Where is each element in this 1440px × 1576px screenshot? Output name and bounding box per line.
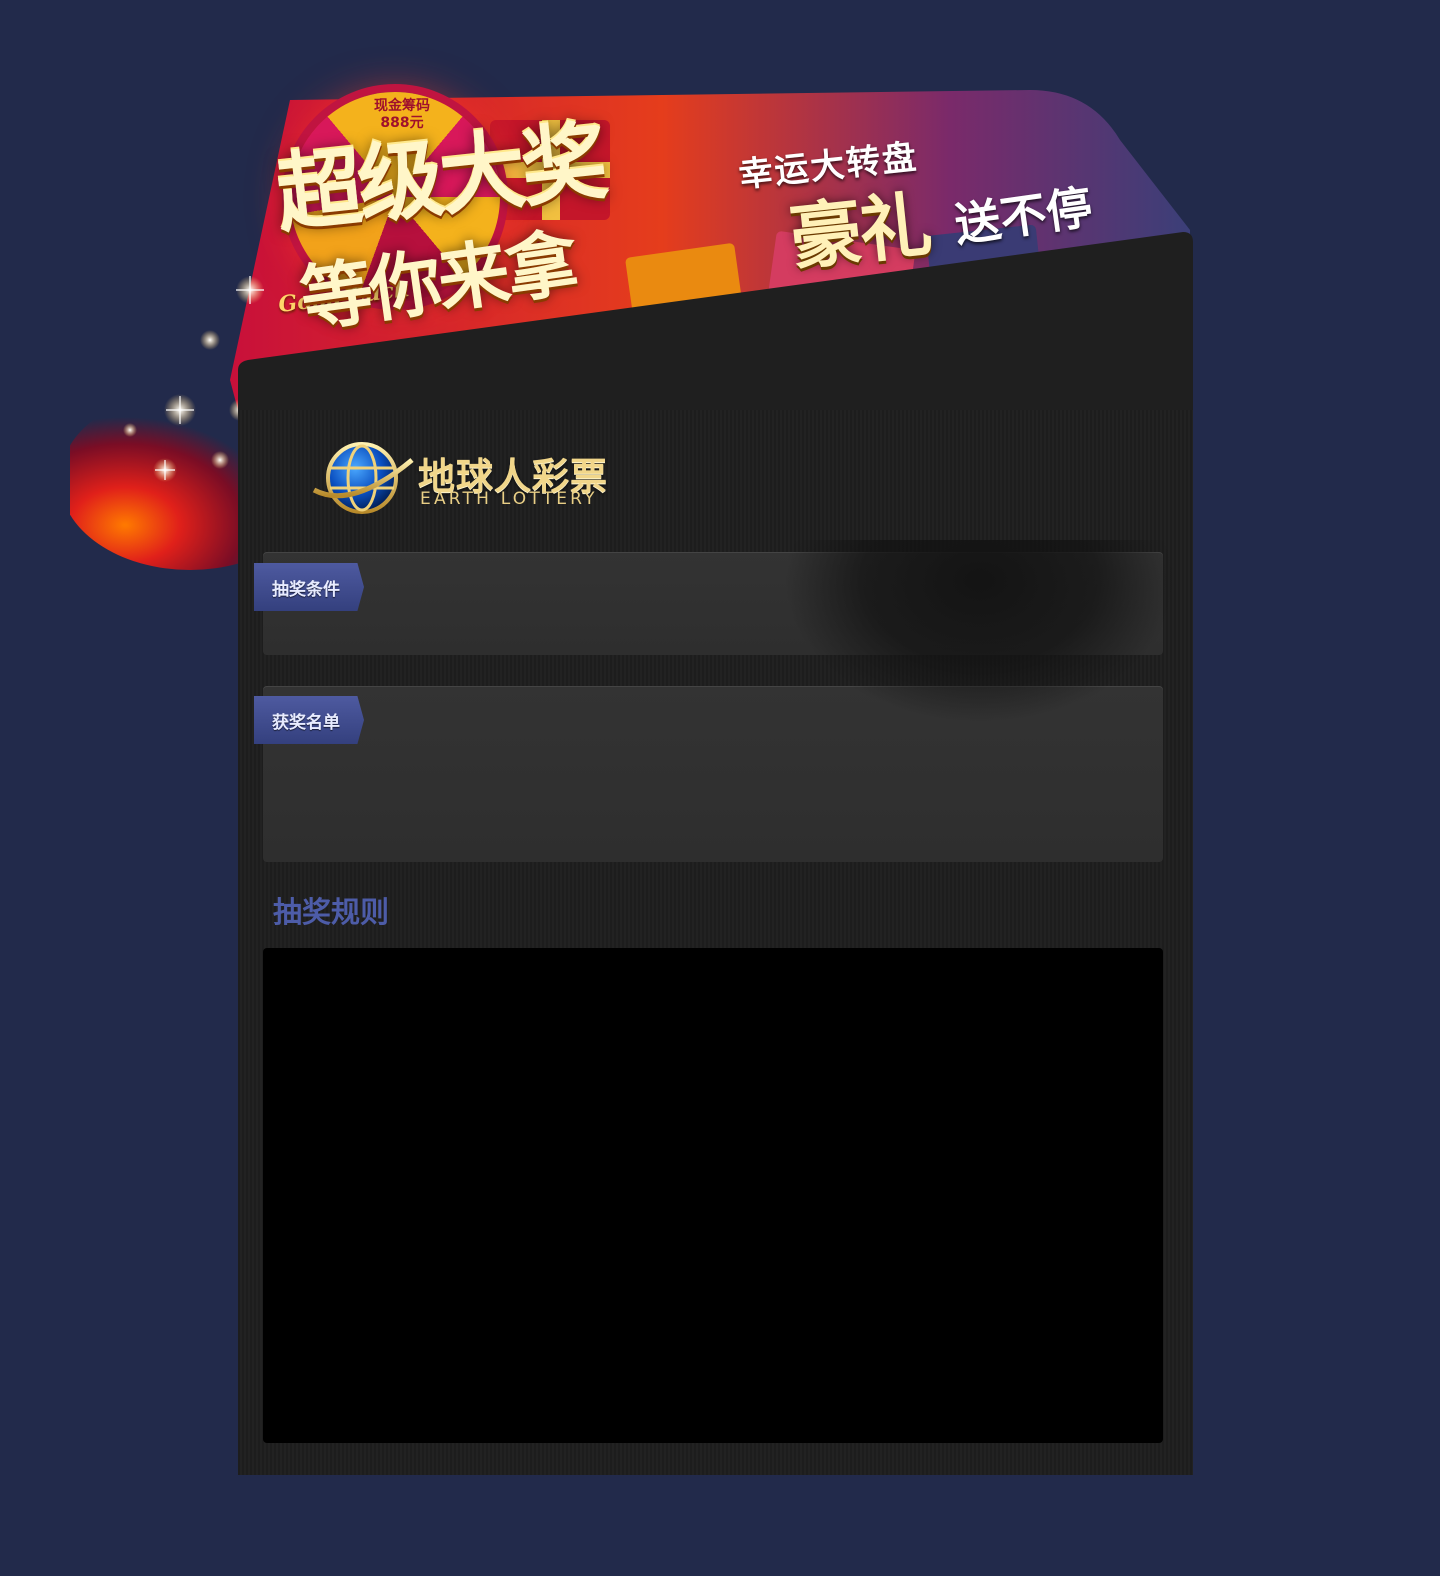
winners-label: 获奖名单	[272, 713, 340, 733]
banner-gift-text: 豪礼	[785, 182, 934, 281]
conditions-tag: 抽奖条件	[254, 563, 364, 611]
conditions-label: 抽奖条件	[272, 580, 340, 600]
rules-title: 抽奖规则	[273, 895, 390, 929]
wheel-prize-label: 现金筹码 888元	[362, 98, 442, 132]
banner-nonstop-text: 送不停	[951, 179, 1096, 253]
conditions-box	[263, 552, 1163, 655]
logo-name-en: EARTH LOTTERY	[420, 489, 598, 509]
rules-content-box	[263, 948, 1163, 1443]
wheel-prize-line1: 现金筹码	[374, 98, 430, 114]
winners-box	[263, 686, 1163, 862]
winners-tag: 获奖名单	[254, 696, 364, 744]
